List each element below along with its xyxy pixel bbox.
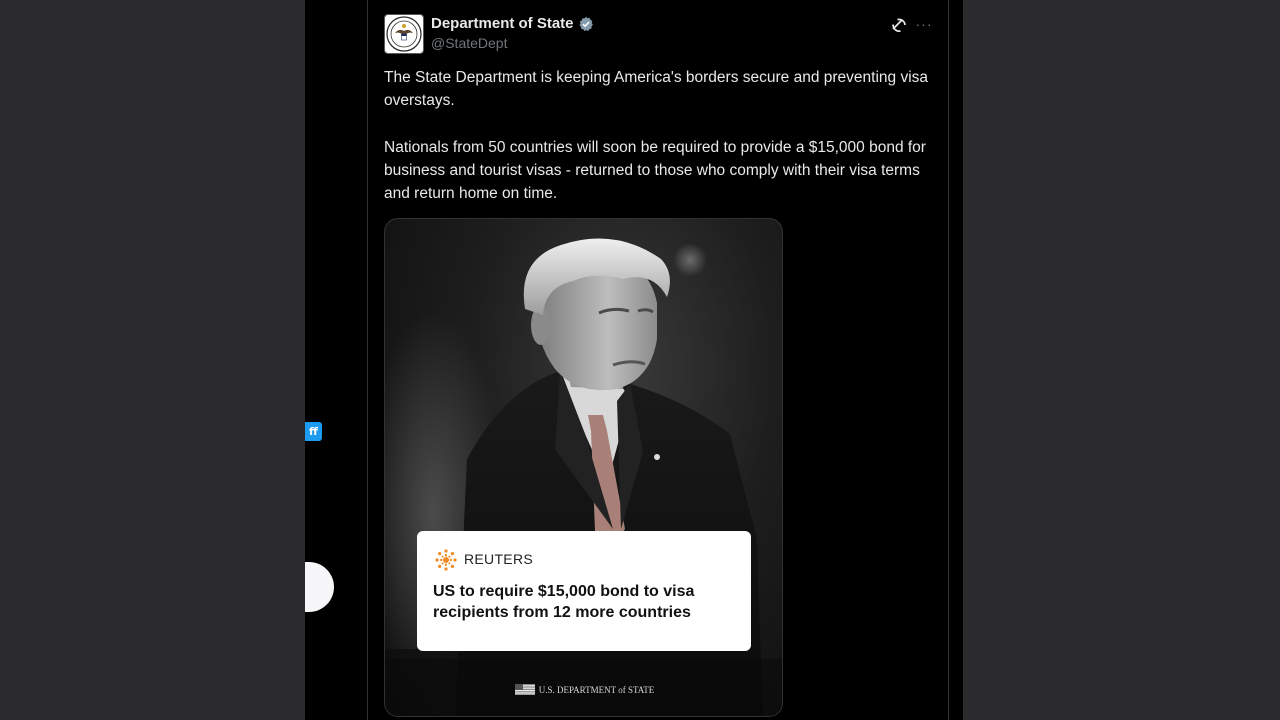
reuters-logo-icon: [435, 549, 457, 571]
us-flag-icon: [514, 684, 535, 695]
tweet-paragraph-1: The State Department is keeping America'…: [384, 69, 929, 110]
department-watermark: U.S. DEPARTMENT of STATE: [385, 684, 782, 695]
author-name[interactable]: Department of State: [431, 15, 594, 32]
tweet-media-image[interactable]: REUTERS US to require $15,000 bond to vi…: [384, 218, 783, 717]
floating-action-bubble[interactable]: [305, 562, 334, 612]
left-rail: ff: [305, 0, 367, 720]
tweet-text: The State Department is keeping America'…: [384, 66, 936, 228]
state-department-seal-icon: [386, 16, 422, 52]
more-options-icon[interactable]: ···: [914, 14, 934, 34]
grok-icon[interactable]: [890, 16, 908, 34]
browser-viewport: ff Department of State @StateDept ··· Th…: [305, 0, 963, 720]
author-name-text[interactable]: Department of State: [431, 15, 574, 32]
author-avatar[interactable]: [384, 14, 424, 54]
verified-badge-icon: [578, 16, 594, 32]
news-headline: US to require $15,000 bond to visa recip…: [433, 583, 695, 621]
news-headline-card: REUTERS US to require $15,000 bond to vi…: [417, 531, 751, 651]
department-watermark-text: U.S. DEPARTMENT of STATE: [538, 684, 655, 695]
extension-badge[interactable]: ff: [305, 422, 322, 441]
author-handle[interactable]: @StateDept: [431, 35, 507, 51]
news-source-name: REUTERS: [464, 551, 533, 567]
timeline-column: Department of State @StateDept ··· The S…: [367, 0, 949, 720]
tweet-paragraph-2: Nationals from 50 countries will soon be…: [384, 138, 926, 203]
